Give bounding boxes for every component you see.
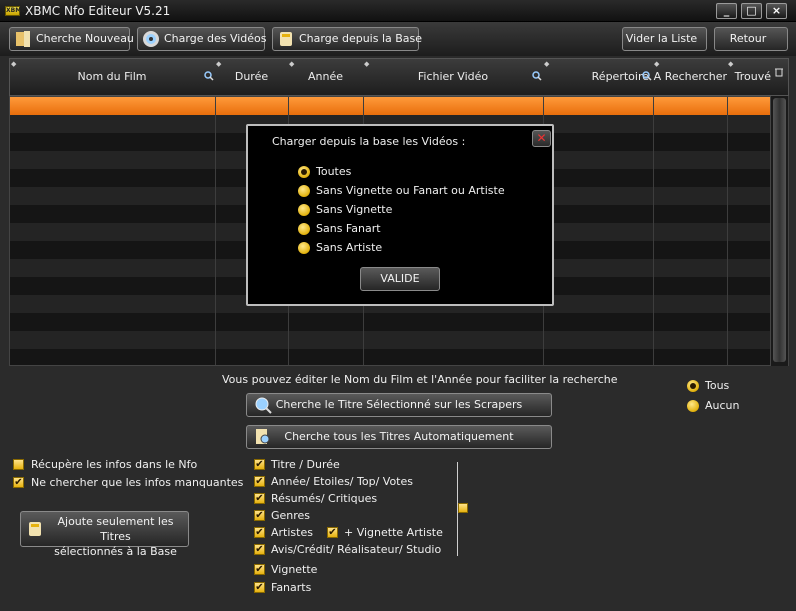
load-from-db-dialog: Charger depuis la base les Vidéos : ✕ To…: [246, 124, 554, 306]
option-label: Toutes: [316, 165, 352, 178]
radio-icon[interactable]: [298, 242, 310, 254]
field-label: Année/ Etoiles/ Top/ Votes: [271, 475, 413, 488]
checkbox[interactable]: ✔: [254, 493, 265, 504]
search-selected-label: Cherche le Titre Sélectionné sur les Scr…: [275, 398, 523, 411]
column-found[interactable]: Trouvé: [727, 59, 771, 95]
field-label: Genres: [271, 509, 311, 522]
field-label: Fanarts: [271, 581, 312, 594]
magnifier-icon: [642, 71, 652, 81]
column-year[interactable]: Année: [288, 59, 363, 95]
dialog-title: Charger depuis la base les Vidéos :: [272, 135, 466, 148]
dialog-close-button[interactable]: ✕: [532, 130, 551, 147]
option-label: Sans Fanart: [316, 222, 381, 235]
checkbox[interactable]: ✔: [13, 477, 24, 488]
column-divider: [215, 97, 216, 365]
search-person-icon: [16, 31, 30, 47]
radio-icon[interactable]: [298, 204, 310, 216]
video-disc-icon: [143, 31, 159, 47]
table-row[interactable]: [10, 97, 772, 115]
load-from-db-label: Charge depuis la Base: [299, 32, 423, 45]
checkbox[interactable]: ✔: [254, 582, 265, 593]
search-globe-icon: [255, 397, 272, 414]
back-button[interactable]: Retour: [714, 27, 788, 51]
missing-only-label: Ne chercher que les infos manquantes: [31, 476, 244, 489]
magnifier-icon: [204, 71, 214, 81]
add-selected-button[interactable]: Ajoute seulement les Titres sélectionnés…: [20, 511, 189, 558]
checkbox[interactable]: ✔: [327, 527, 338, 538]
radio-icon[interactable]: [298, 185, 310, 197]
column-directory[interactable]: Répertoire: [543, 59, 653, 95]
search-all-label: Cherche tous les Titres Automatiquement: [284, 430, 514, 443]
document-magnifier-icon: [256, 429, 270, 444]
minimize-button[interactable]: _: [716, 3, 737, 19]
radio-icon[interactable]: [687, 380, 699, 392]
scope-all-label: Tous: [705, 379, 730, 392]
option-label: Sans Vignette ou Fanart ou Artiste: [316, 184, 505, 197]
checkbox[interactable]: ✔: [254, 459, 265, 470]
get-from-nfo-label: Récupère les infos dans le Nfo: [31, 458, 198, 471]
maximize-button[interactable]: □: [741, 3, 762, 19]
search-hint: Vous pouvez éditer le Nom du Film et l'A…: [222, 373, 618, 386]
title-bar: XBMC XBMC Nfo Editeur V5.21 _ □ ×: [0, 0, 796, 22]
field-label: Résumés/ Critiques: [271, 492, 378, 505]
database-hand-icon: [280, 32, 292, 46]
checkbox[interactable]: ✔: [254, 564, 265, 575]
scrollbar-thumb[interactable]: [773, 98, 786, 362]
load-videos-label: Charge des Vidéos: [164, 32, 267, 45]
grid-header: ◆ Nom du Film ◆ Durée ◆ Année ◆ Fichier …: [9, 58, 789, 96]
radio-icon[interactable]: [687, 400, 699, 412]
radio-icon[interactable]: [298, 223, 310, 235]
add-selected-line2: sélectionnés à la Base: [54, 545, 177, 558]
add-selected-line1: Ajoute seulement les Titres: [57, 515, 174, 543]
table-row[interactable]: [10, 349, 772, 365]
clear-list-button[interactable]: Vider la Liste: [622, 27, 707, 51]
option-label: Sans Artiste: [316, 241, 383, 254]
load-videos-button[interactable]: Charge des Vidéos: [137, 27, 267, 51]
search-new-label: Cherche Nouveau: [36, 32, 134, 45]
radio-icon[interactable]: [298, 166, 310, 178]
search-selected-button[interactable]: Cherche le Titre Sélectionné sur les Scr…: [246, 393, 552, 417]
column-to-search[interactable]: A Rechercher: [653, 59, 727, 95]
scope-none-label: Aucun: [705, 399, 740, 412]
table-row[interactable]: [10, 331, 772, 349]
field-label: Artistes: [271, 526, 313, 539]
checkbox[interactable]: [13, 459, 24, 470]
field-label: + Vignette Artiste: [344, 526, 443, 539]
column-film-name[interactable]: Nom du Film: [10, 59, 214, 95]
validate-button[interactable]: VALIDE: [360, 267, 440, 291]
table-row[interactable]: [10, 313, 772, 331]
checkbox[interactable]: ✔: [254, 527, 265, 538]
column-divider: [727, 97, 728, 365]
column-divider: [653, 97, 654, 365]
xbmc-logo-icon: XBMC: [5, 6, 26, 16]
search-all-button[interactable]: Cherche tous les Titres Automatiquement: [246, 425, 552, 449]
checkbox[interactable]: ✔: [254, 476, 265, 487]
column-video-file[interactable]: Fichier Vidéo: [363, 59, 543, 95]
field-label: Avis/Crédit/ Réalisateur/ Studio: [271, 543, 442, 556]
toggle-all-fields-checkbox[interactable]: [458, 503, 468, 513]
field-label: Titre / Durée: [271, 458, 340, 471]
checkbox[interactable]: ✔: [254, 510, 265, 521]
checkbox[interactable]: ✔: [254, 544, 265, 555]
magnifier-icon: [532, 71, 542, 81]
field-label: Vignette: [271, 563, 318, 576]
column-duration[interactable]: Durée: [215, 59, 288, 95]
grid-scrollbar[interactable]: [770, 96, 788, 366]
close-window-button[interactable]: ×: [766, 3, 787, 19]
search-new-button[interactable]: Cherche Nouveau: [9, 27, 134, 51]
option-label: Sans Vignette: [316, 203, 393, 216]
window-title: XBMC Nfo Editeur V5.21: [25, 4, 171, 18]
toolbar: Cherche Nouveau Charge des Vidéos Charge…: [0, 22, 796, 56]
load-from-db-button[interactable]: Charge depuis la Base: [272, 27, 423, 51]
trash-icon[interactable]: [774, 67, 784, 77]
database-hand-icon: [29, 522, 41, 536]
